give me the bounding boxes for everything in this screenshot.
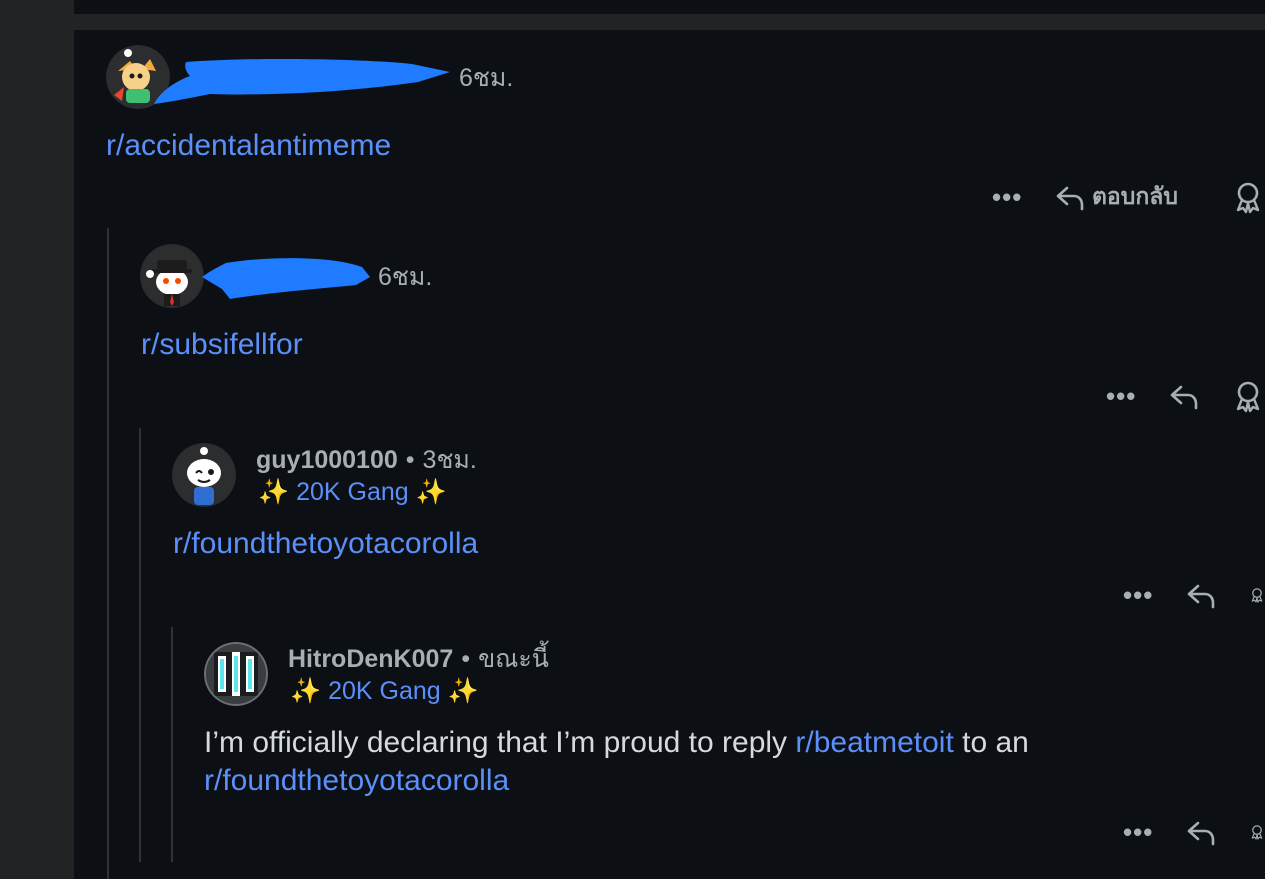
user-flair: ✨ 20K Gang ✨ bbox=[290, 677, 479, 705]
subreddit-link[interactable]: r/foundthetoyotacorolla bbox=[173, 527, 478, 560]
thread-line-level2[interactable] bbox=[139, 428, 141, 862]
comment-body: r/foundthetoyotacorolla bbox=[173, 525, 478, 563]
reply-button[interactable] bbox=[1168, 376, 1200, 416]
comment-meta: guy1000100 • 3ชม. bbox=[256, 445, 477, 475]
comment-text: to an bbox=[953, 726, 1029, 759]
timestamp: ขณะนี้ bbox=[478, 645, 549, 673]
avatar[interactable] bbox=[172, 443, 236, 507]
separator-dot: • bbox=[405, 446, 415, 474]
comment-body: r/accidentalantimeme bbox=[106, 127, 391, 165]
more-options-icon: ••• bbox=[1123, 816, 1154, 847]
subreddit-link[interactable]: r/beatmetoit bbox=[795, 726, 953, 759]
award-icon bbox=[1251, 825, 1263, 840]
award-icon bbox=[1236, 381, 1260, 413]
comment-actions: ••• bbox=[1104, 376, 1265, 416]
timestamp: 6ชม. bbox=[378, 263, 433, 291]
comment-actions: ••• ตอบกลับ bbox=[990, 177, 1265, 217]
comment-body: r/subsifellfor bbox=[141, 326, 303, 364]
award-button[interactable] bbox=[1231, 177, 1265, 217]
thread-line-level3[interactable] bbox=[171, 627, 173, 862]
award-icon bbox=[1251, 588, 1263, 603]
username-link[interactable]: guy1000100 bbox=[256, 446, 398, 474]
award-icon bbox=[1236, 182, 1260, 214]
comment-body: I’m officially declaring that I’m proud … bbox=[204, 724, 1164, 800]
comment-meta: HitroDenK007 • ขณะนี้ bbox=[288, 644, 549, 674]
award-button[interactable] bbox=[1249, 812, 1265, 852]
more-options-icon: ••• bbox=[1106, 380, 1137, 411]
reply-button[interactable] bbox=[1185, 812, 1217, 852]
reply-button[interactable]: ตอบกลับ bbox=[1054, 177, 1178, 217]
comment-text: I’m officially declaring that I’m proud … bbox=[204, 726, 796, 759]
award-button[interactable] bbox=[1249, 575, 1265, 615]
reply-arrow-icon bbox=[1170, 385, 1198, 410]
subreddit-link[interactable]: r/subsifellfor bbox=[141, 328, 303, 361]
subreddit-link[interactable]: r/accidentalantimeme bbox=[106, 129, 391, 162]
comment-meta: 6ชม. bbox=[378, 262, 432, 292]
previous-post-edge bbox=[74, 0, 1265, 14]
more-options-icon: ••• bbox=[1123, 579, 1154, 610]
section-separator bbox=[74, 14, 1265, 30]
separator-dot: • bbox=[461, 645, 471, 673]
comment-meta: 6ชม. bbox=[459, 63, 513, 93]
award-button[interactable] bbox=[1231, 376, 1265, 416]
comment-actions: ••• bbox=[1121, 812, 1265, 852]
reply-arrow-icon bbox=[1187, 821, 1215, 846]
more-options-icon: ••• bbox=[992, 181, 1023, 212]
user-flair: ✨ 20K Gang ✨ bbox=[258, 478, 447, 506]
subreddit-link[interactable]: r/foundthetoyotacorolla bbox=[204, 764, 509, 797]
avatar[interactable] bbox=[204, 642, 268, 706]
left-gutter bbox=[0, 0, 74, 879]
comment-actions: ••• bbox=[1121, 575, 1265, 615]
reply-arrow-icon bbox=[1056, 186, 1084, 211]
reply-label: ตอบกลับ bbox=[1092, 183, 1178, 209]
timestamp: 3ชม. bbox=[422, 446, 477, 474]
more-options-button[interactable]: ••• bbox=[1106, 376, 1136, 416]
timestamp: 6ชม. bbox=[459, 64, 514, 92]
reply-button[interactable] bbox=[1185, 575, 1217, 615]
more-options-button[interactable]: ••• bbox=[1123, 575, 1153, 615]
more-options-button[interactable]: ••• bbox=[992, 177, 1022, 217]
reply-arrow-icon bbox=[1187, 584, 1215, 609]
thread-line-level1[interactable] bbox=[107, 228, 109, 879]
redacted-username bbox=[202, 258, 370, 299]
more-options-button[interactable]: ••• bbox=[1123, 812, 1153, 852]
redacted-username bbox=[154, 58, 450, 104]
avatar[interactable] bbox=[140, 244, 204, 308]
username-link[interactable]: HitroDenK007 bbox=[288, 645, 453, 673]
